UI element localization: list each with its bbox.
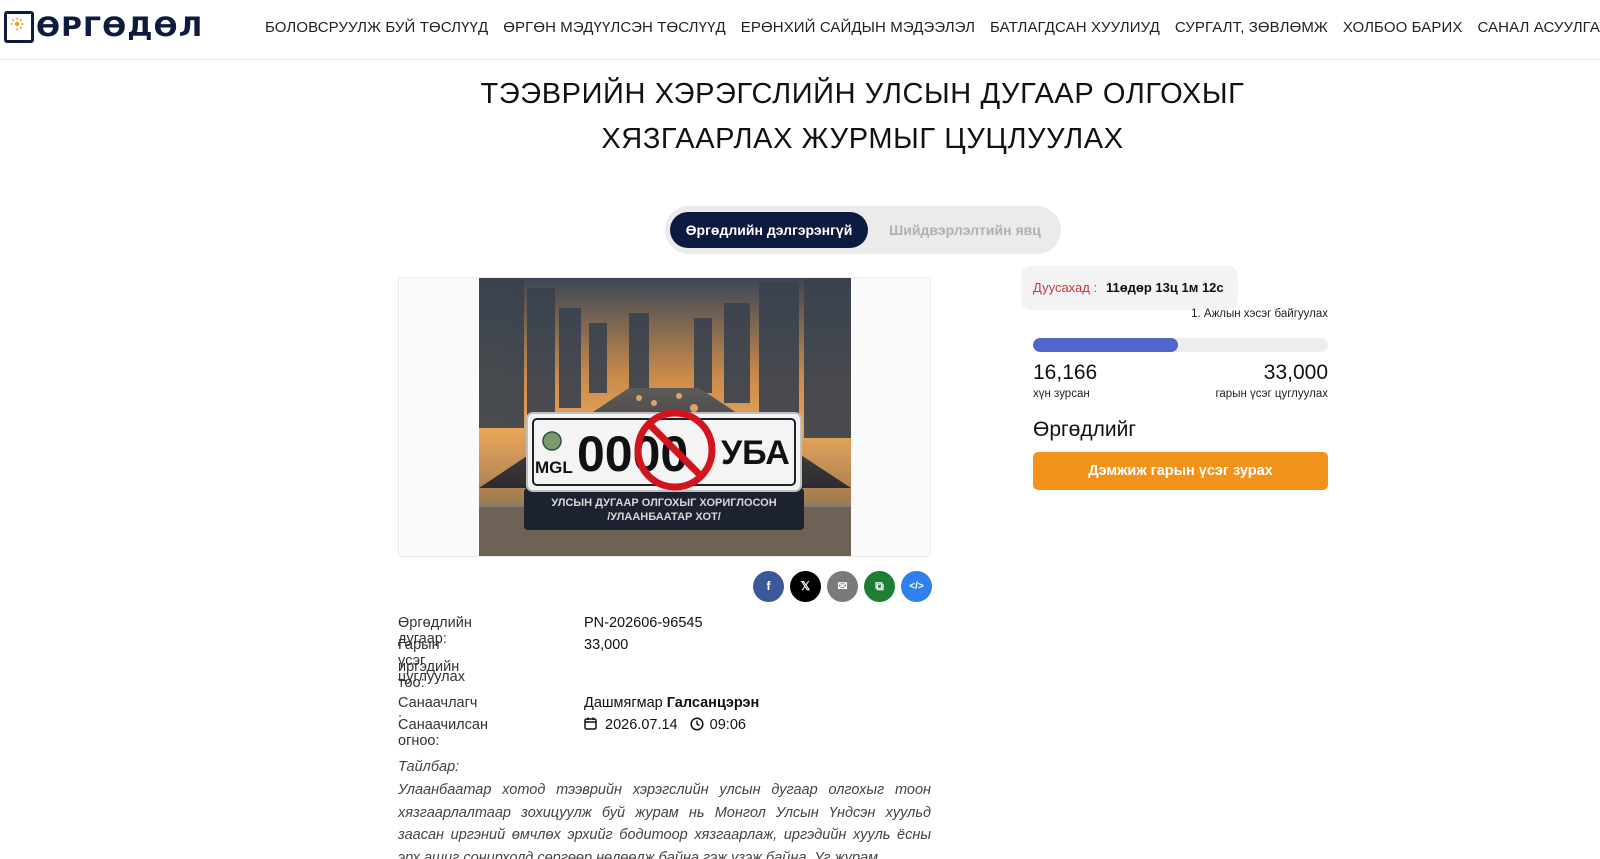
logo-text: ӨРГӨДӨЛ xyxy=(36,11,204,43)
initiator-first-name: Дашмягмар xyxy=(584,695,663,711)
signature-progress-bar xyxy=(1033,338,1328,352)
date-label: Санаачилсан огноо: xyxy=(398,717,488,749)
logo-mark-icon xyxy=(4,11,34,43)
sign-petition-button[interactable]: Дэмжиж гарын үсэг зурах xyxy=(1033,452,1328,490)
target-count-label: гарын үсэг цуглуулах xyxy=(1215,388,1328,400)
page-title: ТЭЭВРИЙН ХЭРЭГСЛИЙН УЛСЫН ДУГААР ОЛГОХЫГ… xyxy=(400,72,1325,162)
top-navbar: ӨРГӨДӨЛ БОЛОВСРУУЛЖ БУЙ ТӨСЛҮҮД ӨРГӨН МЭ… xyxy=(0,0,1600,60)
plate-region: MGL xyxy=(535,458,573,477)
page-title-line1: ТЭЭВРИЙН ХЭРЭГСЛИЙН УЛСЫН ДУГААР ОЛГОХЫГ xyxy=(480,78,1245,110)
nav-item-survey[interactable]: САНАЛ АСУУЛГА xyxy=(1477,19,1600,36)
signature-progress-fill xyxy=(1033,338,1178,352)
nav-item-training[interactable]: СУРГАЛТ, ЗӨВЛӨМЖ xyxy=(1175,19,1328,36)
time-value: 09:06 xyxy=(709,717,746,733)
petition-photo: MGL 0000 УБА УЛСЫН ДУГААР ОЛГОХЫГ ХОРИГЛ… xyxy=(479,278,851,556)
tab-resolution-progress[interactable]: Шийдвэрлэлтийн явц xyxy=(875,212,1055,248)
nav-item-approved-laws[interactable]: БАТЛАГДСАН ХУУЛИУД xyxy=(990,19,1160,36)
petition-image-frame: MGL 0000 УБА УЛСЫН ДУГААР ОЛГОХЫГ ХОРИГЛ… xyxy=(398,277,931,557)
target-label-line2: иргэдийн тоо: xyxy=(398,659,460,691)
calendar-icon xyxy=(584,717,597,730)
nav-item-contact[interactable]: ХОЛБОО БАРИХ xyxy=(1343,19,1463,36)
deadline-value: 11өдөр 13ц 1м 12с xyxy=(1106,280,1224,295)
email-icon[interactable]: ✉ xyxy=(827,571,858,602)
stand-text-line2: /УЛААНБААТАР ХОТ/ xyxy=(607,511,721,523)
plate-digits: 0000 xyxy=(577,426,688,482)
site-logo[interactable]: ӨРГӨДӨЛ xyxy=(4,11,202,43)
current-stage: 1. Ажлын хэсэг байгуулах xyxy=(1191,308,1328,320)
description-label: Тайлбар: xyxy=(398,759,460,775)
tab-switcher: Өргөдлийн дэлгэрэнгүй Шийдвэрлэлтийн явц xyxy=(665,206,1061,254)
sign-heading: Өргөдлийг xyxy=(1033,418,1136,441)
clock-icon xyxy=(690,717,704,731)
main-nav: БОЛОВСРУУЛЖ БУЙ ТӨСЛҮҮД ӨРГӨН МЭДҮҮЛСЭН … xyxy=(265,19,1600,36)
nav-item-prime-minister-info[interactable]: ЕРӨНХИЙ САЙДЫН МЭДЭЭЛЭЛ xyxy=(741,19,975,36)
initiator-last-name: Галсанцэрэн xyxy=(666,695,760,711)
deadline-countdown: Дуусахад : 11өдөр 13ц 1м 12с xyxy=(1021,266,1238,310)
stand-text-line1: УЛСЫН ДУГААР ОЛГОХЫГ ХОРИГЛОСОН xyxy=(551,497,776,509)
nav-item-submitted-projects[interactable]: ӨРГӨН МЭДҮҮЛСЭН ТӨСЛҮҮД xyxy=(503,19,726,36)
description-text: Улаанбаатар хотод тээврийн хэрэгслийн ул… xyxy=(398,782,931,859)
plate-letters: УБА xyxy=(721,434,790,472)
deadline-label: Дуусахад : xyxy=(1033,280,1098,295)
embed-icon[interactable]: </> xyxy=(901,571,932,602)
target-value: 33,000 xyxy=(584,637,629,653)
target-count: 33,000 xyxy=(1263,361,1328,384)
nav-item-drafting-projects[interactable]: БОЛОВСРУУЛЖ БУЙ ТӨСЛҮҮД xyxy=(265,19,488,36)
signed-count: 16,166 xyxy=(1033,361,1098,384)
petition-number-value: PN-202606-96545 xyxy=(584,615,703,631)
initiator-name: Дашмягмар Галсанцэрэн xyxy=(584,695,759,711)
signed-count-label: хүн зурсан xyxy=(1033,388,1090,400)
tab-petition-details[interactable]: Өргөдлийн дэлгэрэнгүй xyxy=(670,212,868,248)
copy-icon[interactable]: ⧉ xyxy=(864,571,895,602)
page-title-line2: ХЯЗГААРЛАХ ЖУРМЫГ ЦУЦЛУУЛАХ xyxy=(601,123,1124,155)
date-time-value: 2026.07.14 09:06 xyxy=(584,717,746,733)
x-icon[interactable]: 𝕏 xyxy=(790,571,821,602)
date-value: 2026.07.14 xyxy=(605,717,678,733)
facebook-icon[interactable]: f xyxy=(753,571,784,602)
